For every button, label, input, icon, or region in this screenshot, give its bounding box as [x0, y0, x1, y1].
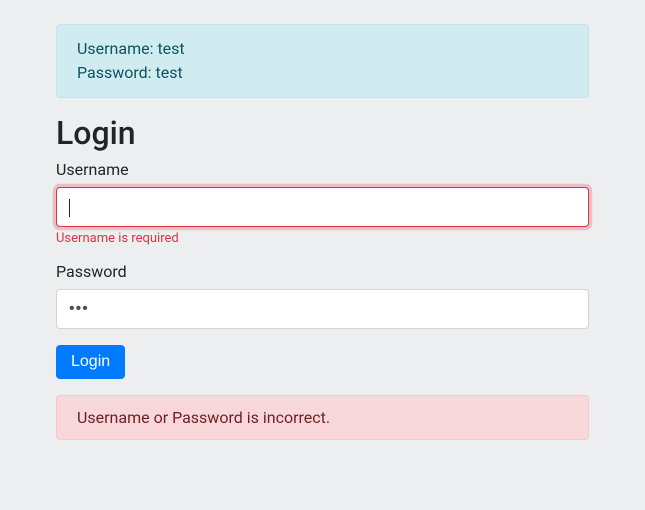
username-error: Username is required [56, 231, 589, 246]
submit-group: Login [56, 345, 589, 379]
page-title: Login [56, 114, 589, 152]
password-input[interactable]: ••• [56, 289, 589, 329]
error-alert: Username or Password is incorrect. [56, 395, 589, 440]
credentials-hint: Username: test Password: test [56, 24, 589, 98]
password-group: Password ••• [56, 262, 589, 329]
login-button[interactable]: Login [56, 345, 125, 379]
username-group: Username Username is required [56, 160, 589, 246]
hint-username: Username: test [77, 37, 568, 61]
text-cursor-icon [69, 199, 70, 217]
username-input[interactable] [56, 187, 589, 227]
password-label: Password [56, 262, 589, 281]
hint-password: Password: test [77, 61, 568, 85]
username-label: Username [56, 160, 589, 179]
